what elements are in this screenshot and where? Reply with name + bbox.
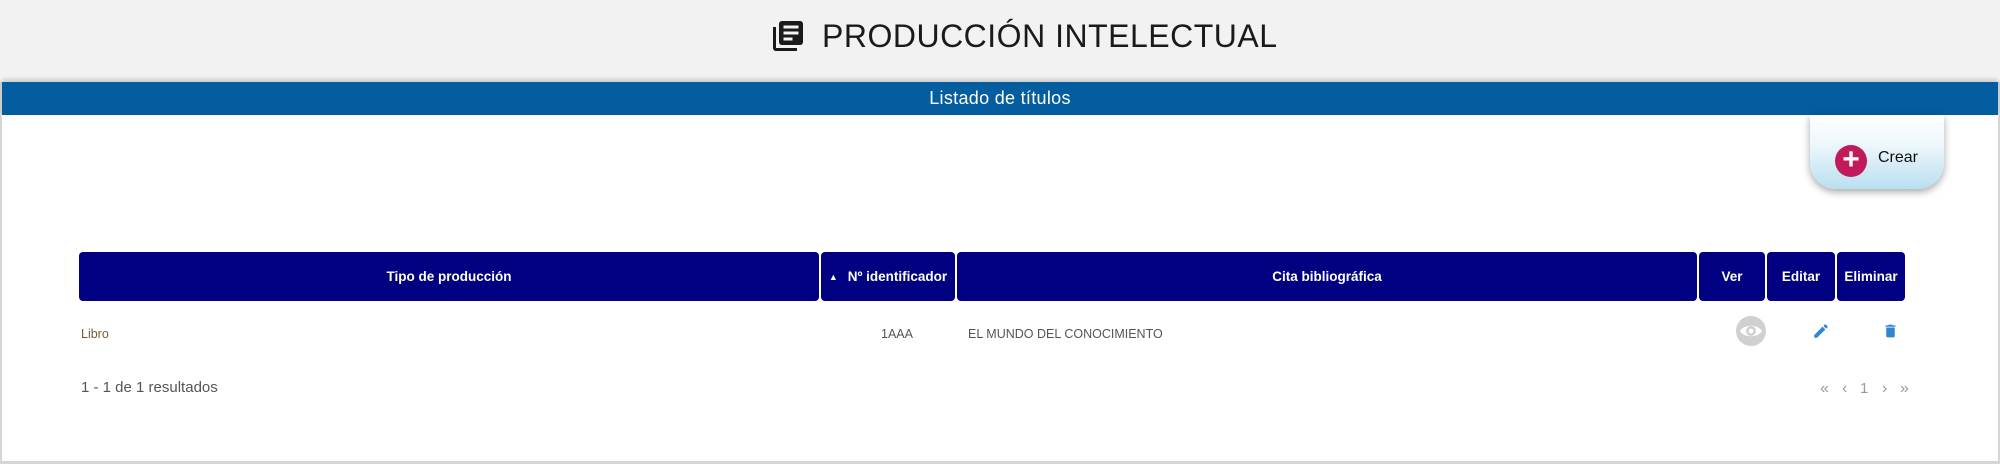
column-header-cita[interactable]: Cita bibliográfica	[957, 252, 1697, 301]
panel-title: Listado de títulos	[929, 88, 1071, 108]
titles-panel: Listado de títulos + Crear Tipo de produ…	[0, 82, 2000, 464]
table-row: Libro 1AAA EL MUNDO DEL CONOCIMIENTO	[79, 301, 1905, 366]
page-title: PRODUCCIÓN INTELECTUAL	[822, 17, 1278, 54]
column-header-tipo[interactable]: Tipo de producción	[79, 252, 819, 301]
sort-ascending-icon: ▲	[828, 271, 838, 282]
column-header-editar: Editar	[1767, 252, 1835, 301]
column-header-eliminar: Eliminar	[1837, 252, 1905, 301]
library-books-icon	[770, 18, 806, 54]
pagination-first-button[interactable]: «	[1820, 379, 1829, 399]
pagination-prev-button[interactable]: ‹	[1842, 379, 1847, 399]
table-header: Tipo de producción ▲ Nº identificador Ci…	[79, 252, 1905, 301]
create-button[interactable]: + Crear	[1810, 115, 1944, 189]
pagination-last-button[interactable]: »	[1900, 379, 1909, 399]
edit-button[interactable]	[1804, 316, 1838, 350]
panel-header-bar: Listado de títulos	[2, 82, 1998, 115]
cell-identificador: 1AAA	[881, 326, 913, 341]
column-header-identificador[interactable]: ▲ Nº identificador	[821, 252, 955, 301]
delete-button[interactable]	[1873, 316, 1907, 350]
trash-icon	[1882, 322, 1899, 345]
pencil-icon	[1812, 322, 1830, 345]
page-header: PRODUCCIÓN INTELECTUAL	[0, 0, 2000, 82]
cell-tipo: Libro	[81, 326, 109, 341]
results-count: 1 - 1 de 1 resultados	[81, 379, 218, 396]
pagination-current-page[interactable]: 1	[1860, 379, 1868, 399]
eye-icon	[1735, 315, 1767, 352]
pagination-next-button[interactable]: ›	[1882, 379, 1887, 399]
page-title-group: PRODUCCIÓN INTELECTUAL	[770, 16, 1278, 56]
column-header-ver: Ver	[1699, 252, 1765, 301]
view-button[interactable]	[1734, 315, 1768, 352]
plus-circle-icon: +	[1835, 145, 1867, 177]
create-button-label: Crear	[1878, 149, 1919, 166]
cell-cita: EL MUNDO DEL CONOCIMIENTO	[968, 326, 1163, 341]
